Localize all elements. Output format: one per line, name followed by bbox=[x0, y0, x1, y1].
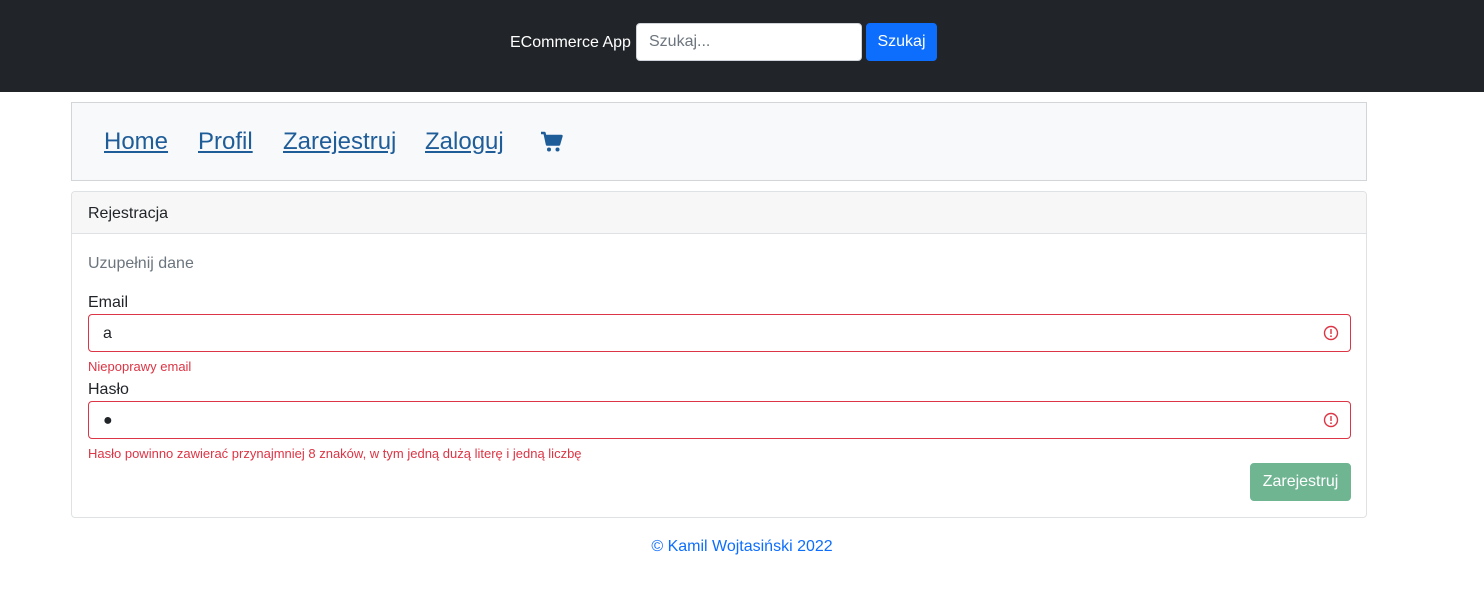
registration-card: Rejestracja Uzupełnij dane Email a Niepo… bbox=[71, 191, 1367, 518]
alert-circle-icon bbox=[1323, 412, 1339, 428]
password-label: Hasło bbox=[88, 381, 129, 398]
password-value: ● bbox=[103, 412, 113, 429]
register-submit-button[interactable]: Zarejestruj bbox=[1250, 463, 1351, 501]
footer-copyright: © Kamil Wojtasiński 2022 bbox=[651, 538, 833, 555]
form-subtitle: Uzupełnij dane bbox=[88, 255, 194, 272]
search-button[interactable]: Szukaj bbox=[866, 23, 937, 61]
card-title: Rejestracja bbox=[88, 205, 169, 222]
email-error: Niepoprawy email bbox=[88, 359, 192, 374]
nav-link-zarejestruj[interactable]: Zarejestruj bbox=[283, 127, 396, 157]
card-header: Rejestracja bbox=[72, 192, 1366, 234]
top-navbar: ECommerce App Szukaj bbox=[0, 0, 1484, 92]
email-label: Email bbox=[88, 294, 129, 311]
shopping-cart-icon[interactable] bbox=[540, 130, 564, 154]
password-error: Hasło powinno zawierać przynajmniej 8 zn… bbox=[88, 446, 582, 461]
nav-link-zaloguj[interactable]: Zaloguj bbox=[425, 127, 504, 157]
search-input[interactable] bbox=[636, 23, 862, 61]
nav-link-home[interactable]: Home bbox=[104, 127, 168, 157]
brand-title[interactable]: ECommerce App bbox=[510, 33, 631, 53]
email-value: a bbox=[103, 325, 112, 342]
nav-link-profil[interactable]: Profil bbox=[198, 127, 253, 157]
password-field[interactable]: ● bbox=[88, 401, 1351, 439]
main-nav: Home Profil Zarejestruj Zaloguj bbox=[71, 102, 1367, 181]
email-field[interactable]: a bbox=[88, 314, 1351, 352]
alert-circle-icon bbox=[1323, 325, 1339, 341]
